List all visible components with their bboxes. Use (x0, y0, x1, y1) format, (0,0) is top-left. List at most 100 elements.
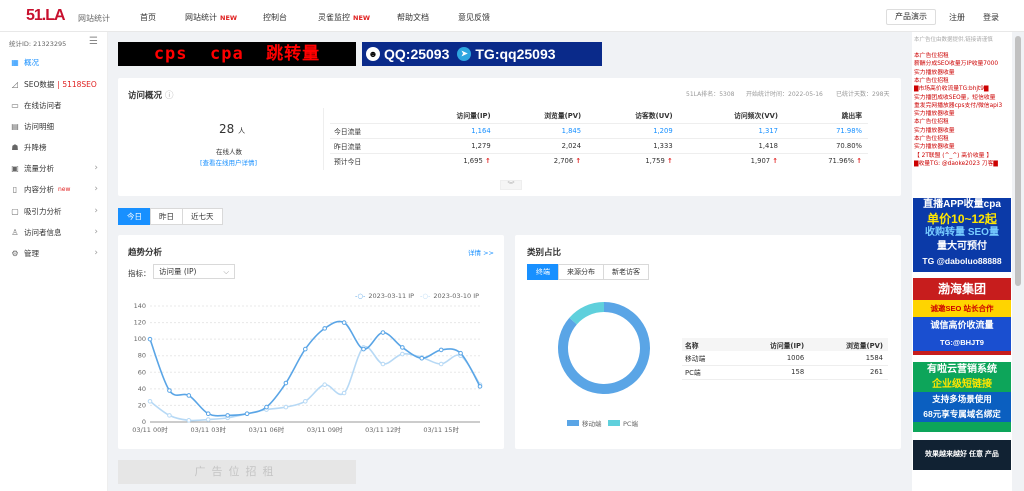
data-point (147, 398, 153, 404)
metric-label: 指标： (128, 269, 151, 278)
tab-yesterday[interactable]: 昨日 (150, 208, 183, 225)
metric-select[interactable]: 访问量 (IP) ⌵ (153, 264, 235, 279)
chart-icon: ◿ (11, 79, 19, 89)
sidebar-item-details[interactable]: ▤ 访问明细 (10, 119, 102, 133)
data-point (283, 404, 289, 410)
data-point (419, 355, 425, 361)
ad-banner-contact[interactable]: ☻ QQ:25093 ➤ TG:qq25093 (362, 42, 602, 66)
sidebar-item-seo[interactable]: ◿ SEO数据 | 5118SEO (10, 77, 102, 91)
text-ad-line[interactable]: 本广告位招租 (914, 135, 1012, 143)
sidebar-item-rank[interactable]: ☗ 升降榜 (10, 140, 102, 154)
x-tick-label: 03/11 06时 (249, 425, 285, 434)
data-point (380, 330, 386, 335)
table-row: 昨日流量 1,279 2,024 1,333 1,418 70.80% (330, 137, 868, 153)
chevron-right-icon: › (94, 163, 98, 173)
users-icon: ☗ (11, 142, 19, 152)
menu-toggle-icon[interactable]: ☰ (89, 36, 98, 47)
overview-table: 访问量(IP) 浏览量(PV) 访客数(UV) 访问频次(VV) 跳出率 今日流量 1,… (330, 108, 868, 168)
login-link[interactable]: 登录 (983, 12, 999, 23)
y-tick-label: 60 (138, 368, 146, 376)
online-details-link[interactable]: [查看在线用户详情] (200, 157, 257, 167)
data-point (477, 384, 483, 389)
data-point (400, 351, 405, 357)
tab-new-returning[interactable]: 新老访客 (603, 264, 649, 280)
ad-banner-cps[interactable]: cps cpa 跳转量 (118, 42, 356, 66)
qq-icon: ☻ (366, 47, 380, 61)
tab-today[interactable]: 今日 (118, 208, 151, 225)
nav-console[interactable]: 控制台 (263, 12, 287, 23)
sidebar-item-visitor-info[interactable]: ♙ 访问者信息 › (10, 225, 102, 239)
x-tick-label: 03/11 03时 (190, 425, 226, 434)
sidebar-item-online[interactable]: ▭ 在线访问者 (10, 98, 102, 112)
donut-slice (569, 302, 604, 325)
text-ad-line[interactable]: 实力播团成收SEO量，短信收量 (914, 94, 1012, 102)
register-link[interactable]: 注册 (949, 12, 965, 23)
sidebar-item-attraction[interactable]: ▢ 吸引力分析 › (10, 204, 102, 218)
scrollbar[interactable] (1015, 36, 1021, 286)
telegram-icon: ➤ (457, 47, 472, 61)
table-header: 访问量(IP) 浏览量(PV) 访客数(UV) 访问频次(VV) 跳出率 (456, 112, 862, 121)
data-point (322, 382, 328, 388)
text-ad-line[interactable]: 重发完网播放器cps支付/微信api3 (914, 102, 1012, 110)
magnet-icon: ▢ (11, 206, 19, 216)
data-point (167, 388, 172, 393)
tab-last-7-days[interactable]: 近七天 (182, 208, 223, 225)
up-arrow-icon: ↑ (575, 156, 582, 165)
data-point (380, 361, 386, 367)
sidebar-item-manage[interactable]: ⚙ 管理 › (10, 246, 102, 260)
text-ad-line[interactable]: ▇收量TG: @daoke2023 刀客▇ (914, 160, 1012, 168)
text-ad-line[interactable]: 实力播放器收量 (914, 143, 1012, 151)
text-ad-line[interactable]: 实力播放器收量 (914, 127, 1012, 135)
nav-home[interactable]: 首页 (140, 12, 156, 23)
data-point (225, 413, 230, 418)
table-row: 移动端 1006 1584 (682, 351, 888, 366)
data-point (283, 380, 289, 386)
logo[interactable]: 51.LA (26, 7, 66, 25)
table-row: 预计今日 1,695 ↑ 2,706 ↑ 1,759 ↑ 1,907 ↑ 71.… (330, 152, 868, 168)
y-tick-label: 0 (142, 418, 146, 426)
nav-docs[interactable]: 帮助文档 (397, 12, 429, 23)
nav-web-stats[interactable]: 网站统计 NEW (185, 12, 237, 23)
text-ad-line[interactable]: 本广告位招租 (914, 118, 1012, 126)
days-counted: 已统计天数：298天 (836, 91, 890, 98)
demo-button[interactable]: 产品演示 (886, 9, 936, 25)
y-tick-label: 80 (138, 352, 146, 360)
text-ad-line[interactable]: 本广告位招租 (914, 77, 1012, 85)
chevron-right-icon: › (94, 227, 98, 237)
ad-product[interactable]: 效果越来越好 任意 产品 (913, 440, 1011, 470)
trend-chart: 0 20 40 60 80 100 120 140 03/11 00时 03/11 03时 03/1… (132, 302, 483, 434)
sidebar-item-overview[interactable]: ▦ 概况 (10, 55, 102, 69)
tab-device[interactable]: 终端 (527, 264, 559, 280)
device-table: 名称 访问量(IP) 浏览量(PV) 移动端 1006 1584 PC端 158 261 (682, 338, 888, 380)
data-point (438, 361, 444, 367)
legend-pc[interactable]: PC端 (608, 418, 638, 428)
text-ad-line[interactable]: 【 2T联盟 (^_^) 高价收量 】 (914, 152, 1012, 160)
up-arrow-icon: ↑ (666, 156, 673, 165)
data-point (341, 320, 347, 325)
ad-live-app[interactable]: 直播APP收量cpa 单价10~12起 收购转量 SEO量 量大可预付 TG @dabo… (913, 198, 1011, 272)
sidebar-item-traffic[interactable]: ▣ 流量分析 › (10, 161, 102, 175)
up-arrow-icon: ↑ (484, 156, 491, 165)
ad-short-link[interactable]: 有啦云营销系统 企业级短链接 支持多场景使用 68元享专属域名绑定 (913, 362, 1011, 432)
nav-monitor[interactable]: 灵雀监控 NEW (318, 12, 370, 23)
user-icon: ♙ (11, 227, 19, 237)
text-ad-line[interactable]: 本广告位招租 (914, 52, 1012, 60)
data-point (167, 413, 172, 418)
expand-chevron-icon[interactable]: ︾ (500, 180, 522, 190)
tab-source[interactable]: 来源分布 (558, 264, 604, 280)
text-ad-line[interactable]: 薪酬分成SEO收量万IP收量7000 (914, 60, 1012, 68)
nav-feedback[interactable]: 意见反馈 (458, 12, 490, 23)
text-ad-line[interactable]: 实力播放器收量 (914, 110, 1012, 118)
site-rank: 51LA排名：5308 (686, 91, 735, 98)
legend-mobile[interactable]: 移动端 (567, 418, 602, 428)
grid-icon: ▦ (11, 57, 19, 67)
text-ad-line[interactable]: ▇市场高价收流量TG:bhjt9▇ (914, 85, 1012, 93)
trend-details-link[interactable]: 详情 >> (468, 247, 494, 257)
text-ad-line[interactable]: 实力播放器收量 (914, 69, 1012, 77)
chat-icon: ▭ (11, 100, 19, 110)
ad-bohai[interactable]: 渤海集团 诚邀SEO 站长合作 诚信高价收流量 TG:@BHJT9 (913, 278, 1011, 355)
site-id: 统计ID: 21323295 (9, 40, 67, 48)
sidebar-item-content[interactable]: ▯ 内容分析 new › (10, 182, 102, 196)
period-tabs: 今日 昨日 近七天 (118, 208, 223, 225)
ad-placeholder[interactable]: 广告位招租 (118, 460, 356, 484)
